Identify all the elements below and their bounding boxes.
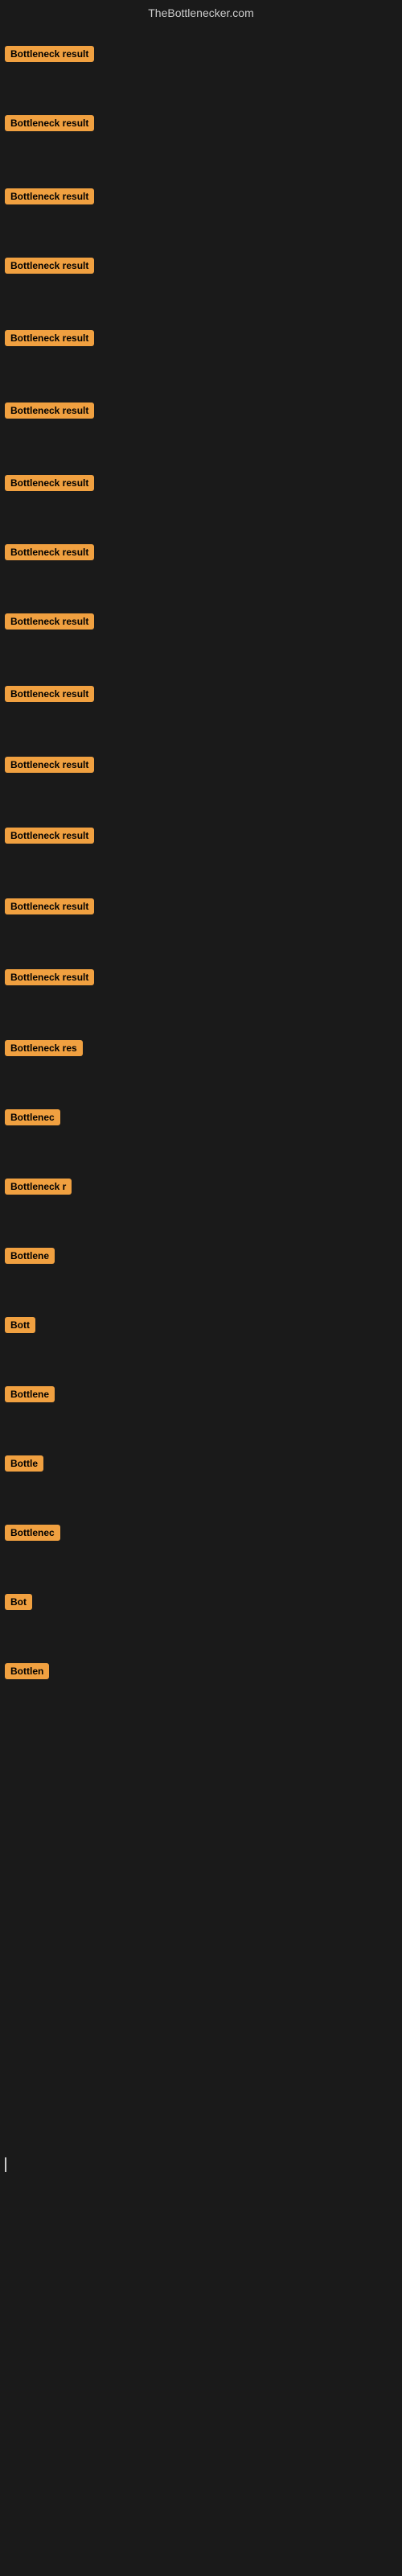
bottleneck-badge: Bottle (5, 1455, 43, 1472)
result-row: Bott (0, 1317, 40, 1337)
bottleneck-badge: Bottlene (5, 1248, 55, 1264)
bottleneck-badge: Bottleneck result (5, 475, 94, 491)
result-row: Bottlenec (0, 1525, 65, 1545)
result-row: Bottleneck result (0, 46, 99, 66)
result-row: Bottleneck result (0, 613, 99, 634)
result-row: Bottlene (0, 1386, 59, 1406)
result-row: Bottleneck res (0, 1040, 88, 1060)
bottleneck-badge: Bottleneck result (5, 188, 94, 204)
result-row: Bottleneck result (0, 188, 99, 208)
result-row: Bottleneck result (0, 330, 99, 350)
result-row: Bottleneck result (0, 828, 99, 848)
bottleneck-badge: Bottleneck result (5, 115, 94, 131)
bottleneck-badge: Bottleneck result (5, 330, 94, 346)
bottleneck-badge: Bottleneck result (5, 969, 94, 985)
result-row: Bottleneck r (0, 1179, 76, 1199)
text-cursor (5, 2157, 6, 2172)
bottleneck-badge: Bottlenec (5, 1109, 60, 1125)
bottleneck-badge: Bottleneck result (5, 686, 94, 702)
result-row: Bottlenec (0, 1109, 65, 1129)
bottleneck-badge: Bottleneck result (5, 46, 94, 62)
result-row: Bottleneck result (0, 686, 99, 706)
result-row: Bottlene (0, 1248, 59, 1268)
site-header: TheBottlenecker.com (0, 0, 402, 23)
bottleneck-badge: Bottleneck result (5, 258, 94, 274)
result-row: Bottleneck result (0, 757, 99, 777)
result-row: Bottleneck result (0, 898, 99, 919)
bottleneck-badge: Bottlene (5, 1386, 55, 1402)
site-title: TheBottlenecker.com (148, 6, 254, 19)
result-row: Bottleneck result (0, 402, 99, 423)
bottleneck-badge: Bottleneck result (5, 898, 94, 914)
result-row: Bottleneck result (0, 115, 99, 135)
bottleneck-badge: Bottleneck r (5, 1179, 72, 1195)
bottleneck-badge: Bottlen (5, 1663, 49, 1679)
bottleneck-badge: Bottleneck res (5, 1040, 83, 1056)
result-row: Bot (0, 1594, 37, 1614)
page-wrapper: TheBottlenecker.com Bottleneck result Bot… (0, 0, 402, 2576)
result-row: Bottleneck result (0, 475, 99, 495)
result-row: Bottleneck result (0, 969, 99, 989)
bottleneck-badge: Bottleneck result (5, 544, 94, 560)
bottleneck-badge: Bottleneck result (5, 757, 94, 773)
bottleneck-badge: Bottlenec (5, 1525, 60, 1541)
bottleneck-badge: Bott (5, 1317, 35, 1333)
bottleneck-badge: Bottleneck result (5, 402, 94, 419)
result-row: Bottlen (0, 1663, 54, 1683)
result-row: Bottleneck result (0, 544, 99, 564)
bottleneck-badge: Bot (5, 1594, 32, 1610)
result-row: Bottleneck result (0, 258, 99, 278)
bottleneck-badge: Bottleneck result (5, 828, 94, 844)
result-row: Bottle (0, 1455, 48, 1476)
bottleneck-badge: Bottleneck result (5, 613, 94, 630)
